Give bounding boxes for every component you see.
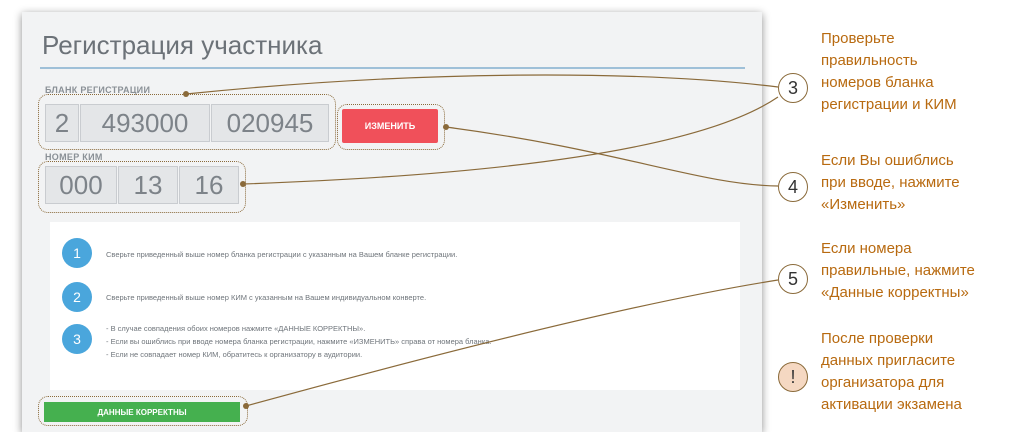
callout-5-badge: 5 — [778, 264, 808, 294]
callout-3-text: Проверьте правильность номеров бланка регис… — [821, 30, 957, 113]
callout-4-badge: 4 — [778, 172, 808, 202]
callout-3-badge: 3 — [778, 73, 808, 103]
callout-5-text: Если номера правильные, нажмите «Данные ко… — [821, 240, 975, 301]
callout-4-text: Если Вы ошиблись при вводе, нажмите «Измен… — [821, 152, 960, 213]
callout-warning-text: После проверки данных пригласите организат… — [821, 330, 962, 413]
warning-icon: ! — [778, 362, 808, 392]
